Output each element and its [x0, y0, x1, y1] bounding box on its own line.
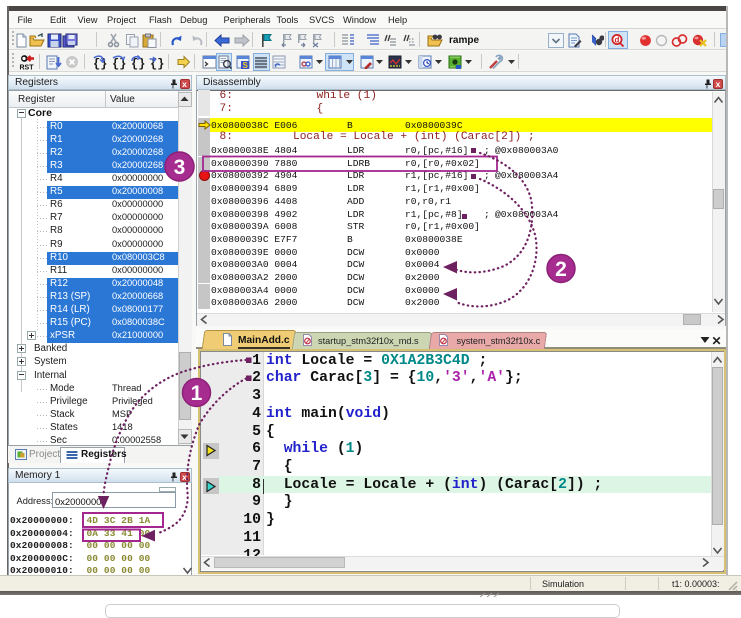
svg-text:1: 1 [191, 382, 203, 405]
svg-text:2: 2 [555, 258, 567, 281]
svg-text:3: 3 [174, 156, 186, 179]
